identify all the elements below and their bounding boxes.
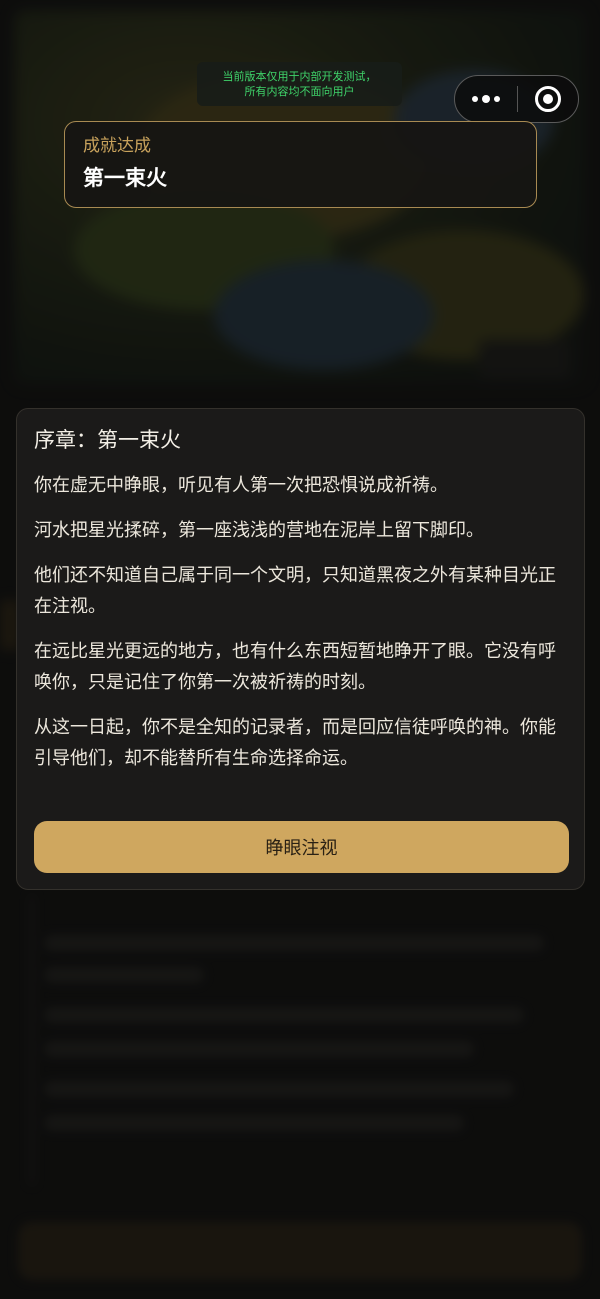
more-dots-icon[interactable] (455, 76, 517, 122)
dev-notice-line2: 所有内容均不面向用户 (244, 85, 355, 98)
story-title: 序章：第一束火 (34, 428, 181, 452)
achievement-title: 第一束火 (83, 166, 167, 190)
open-eyes-button[interactable]: 睁眼注视 (34, 821, 569, 873)
dev-notice-line1: 当前版本仅用于内部开发测试， (222, 70, 377, 83)
story-paragraph: 从这一日起，你不是全知的记录者，而是回应信徒呼唤的神。你能引导他们，却不能替所有… (34, 717, 556, 769)
achievement-toast: 成就达成 第一束火 (64, 121, 537, 208)
achievement-label: 成就达成 (83, 136, 151, 156)
story-paragraph: 他们还不知道自己属于同一个文明，只知道黑夜之外有某种目光正在注视。 (34, 565, 556, 617)
miniprogram-capsule (454, 75, 579, 123)
story-paragraph: 你在虚无中睁眼，听见有人第一次把恐惧说成祈祷。 (34, 475, 448, 496)
capsule-close-icon (535, 86, 561, 112)
story-paragraph: 河水把星光揉碎，第一座浅浅的营地在泥岸上留下脚印。 (34, 520, 484, 541)
capsule-close-button[interactable] (518, 76, 578, 122)
dev-test-notice: 当前版本仅用于内部开发测试， 所有内容均不面向用户 (197, 62, 402, 106)
story-paragraph: 在远比星光更远的地方，也有什么东西短暂地睁开了眼。它没有呼唤你，只是记住了你第一… (34, 641, 556, 693)
story-dialog: 序章：第一束火 你在虚无中睁眼，听见有人第一次把恐惧说成祈祷。 河水把星光揉碎，… (16, 408, 585, 890)
